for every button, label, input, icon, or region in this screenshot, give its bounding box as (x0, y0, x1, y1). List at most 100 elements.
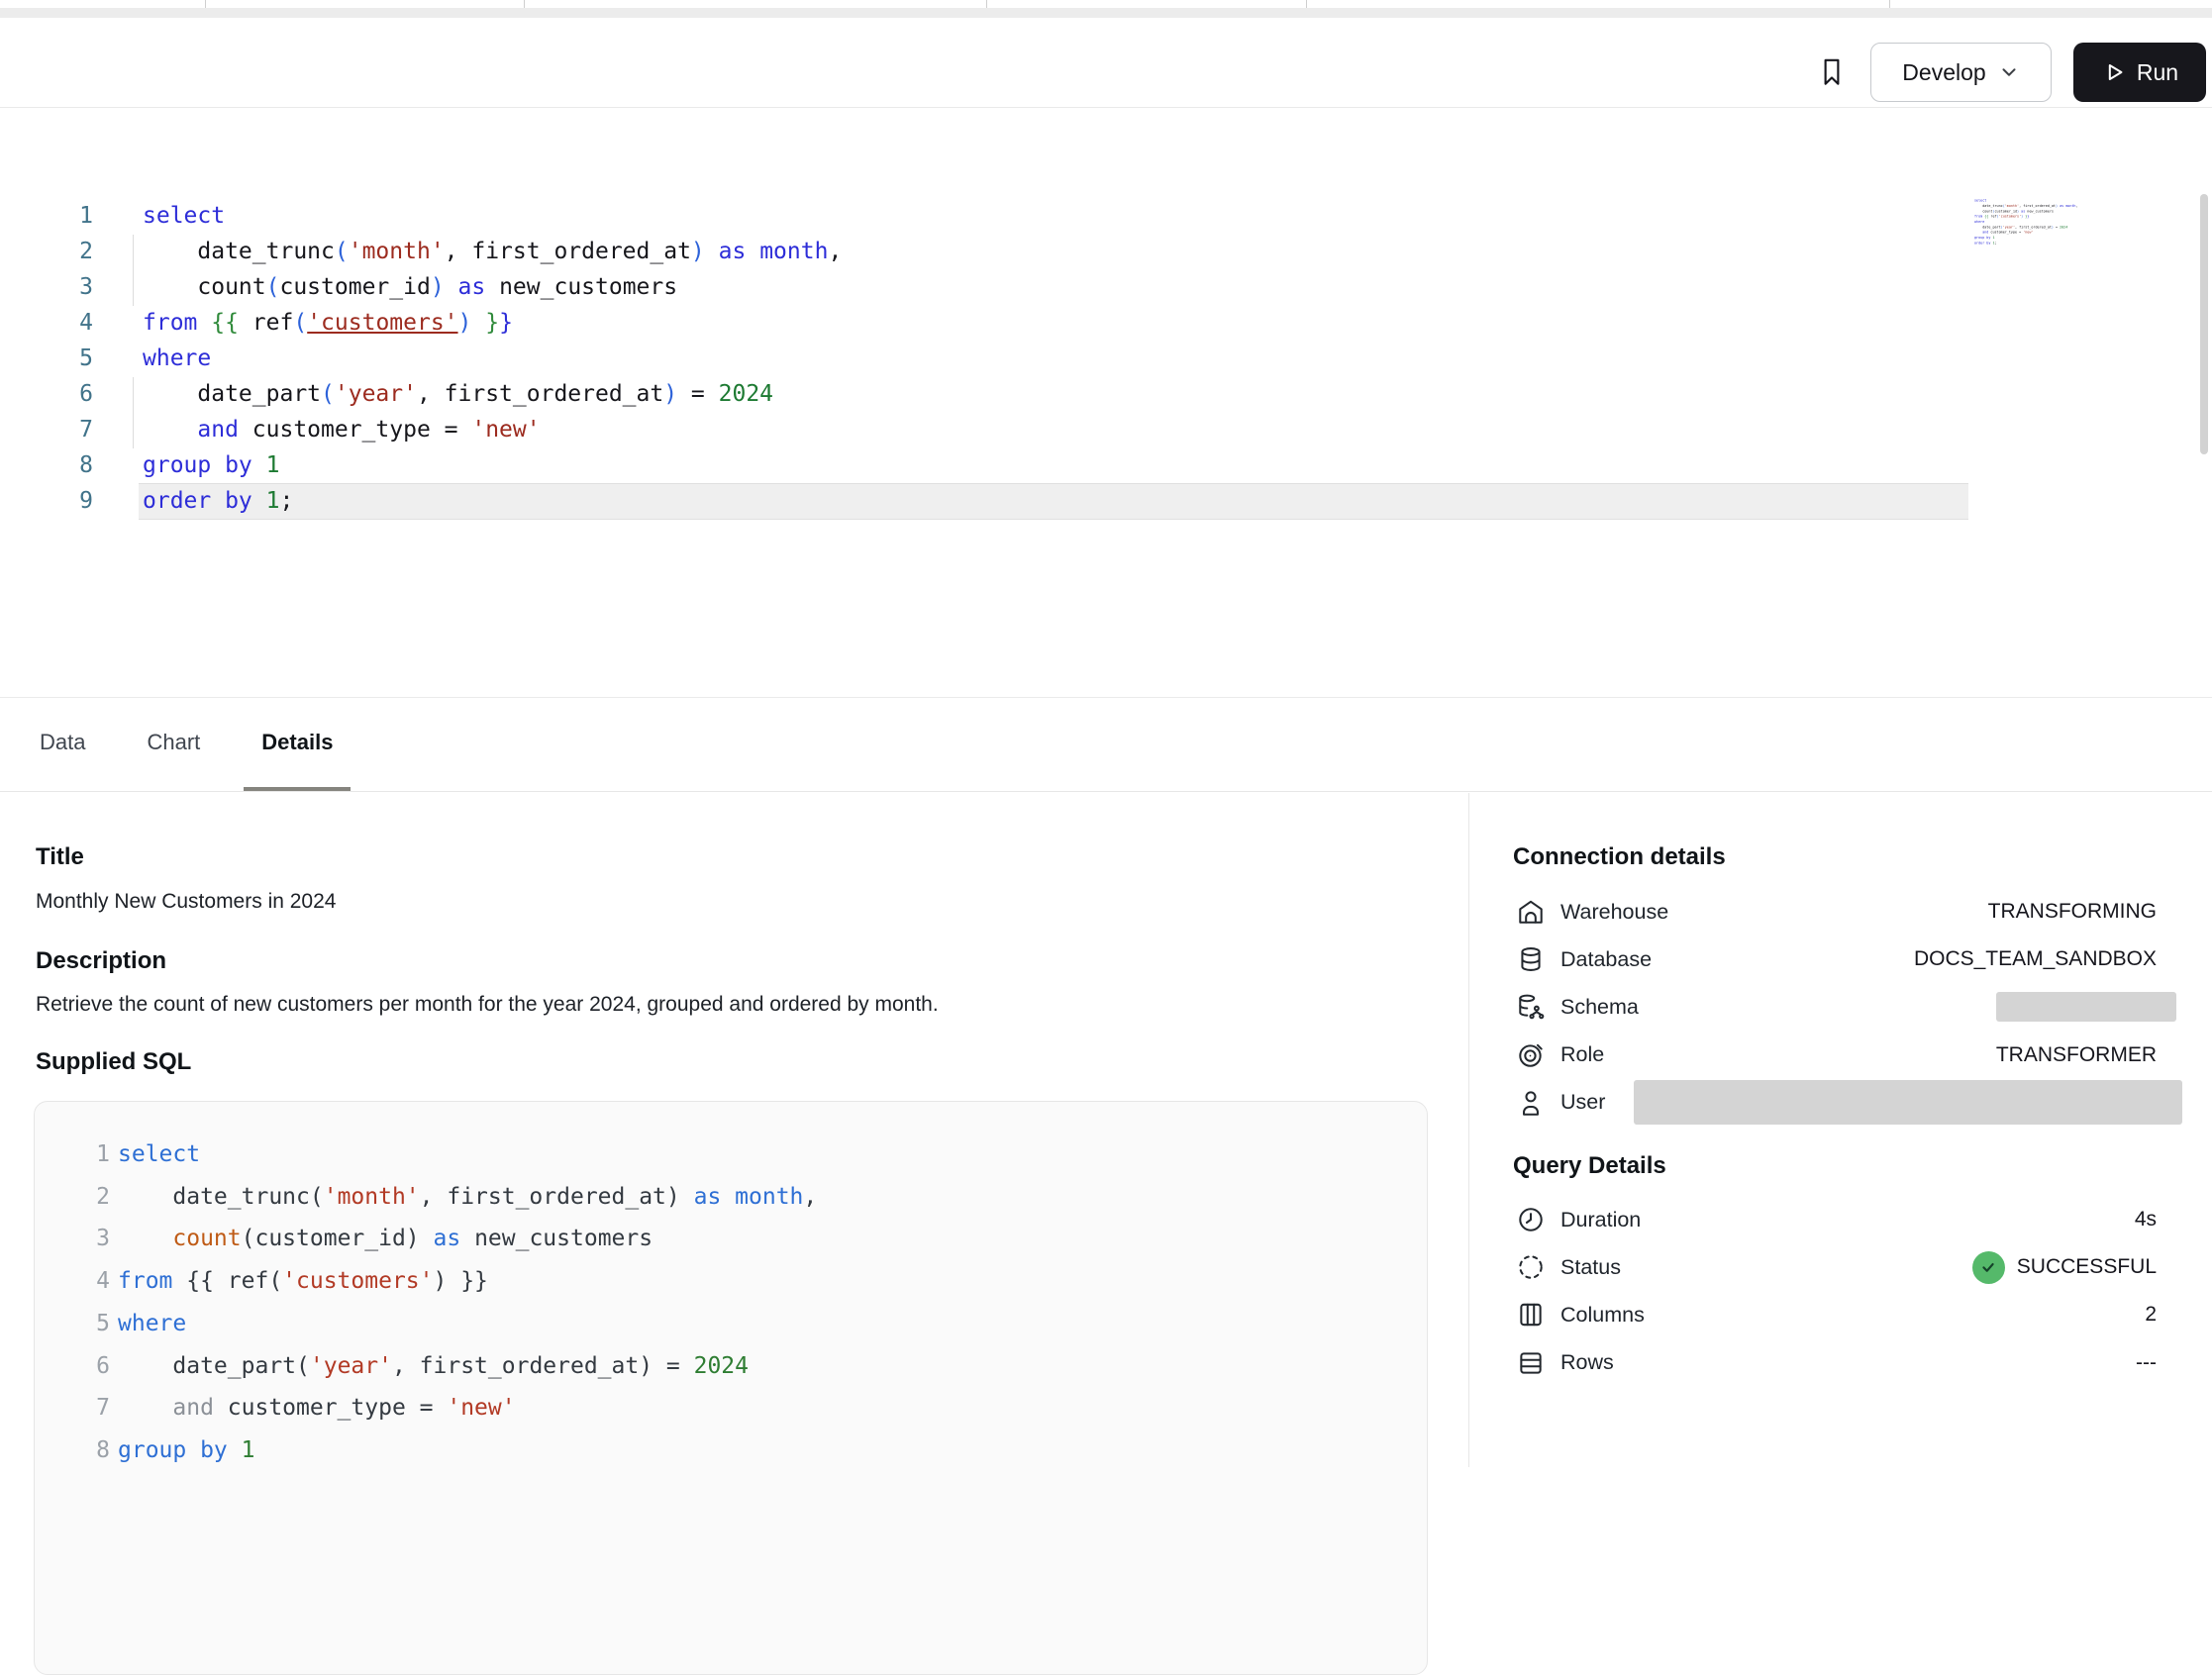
title-heading: Title (36, 843, 84, 871)
line-number: 7 (0, 412, 93, 447)
row-label: Schema (1560, 995, 1639, 1020)
role-icon (1516, 1040, 1546, 1070)
query-details-heading: Query Details (1513, 1152, 1666, 1180)
line-number: 5 (35, 1303, 110, 1345)
row-value: 2 (2145, 1303, 2157, 1327)
code-line: 2 date_trunc('month', first_ordered_at) … (0, 234, 842, 269)
row-duration: Duration4s (1469, 1196, 2212, 1243)
toolbar: Develop Run (0, 18, 2212, 108)
tab-strip-shadow (0, 8, 2212, 18)
rows-icon (1516, 1348, 1546, 1378)
line-number: 2 (35, 1176, 110, 1219)
user-icon (1516, 1088, 1546, 1118)
row-label: Role (1560, 1042, 1604, 1067)
code-line: 5where (35, 1303, 1427, 1345)
query-details-rows: Duration4sStatusSUCCESSFUL Columns 2 Rows --… (1469, 1196, 2212, 1387)
tab-data[interactable]: Data (22, 698, 103, 791)
code-line: 5where (0, 341, 842, 376)
row-value (1634, 1080, 2157, 1125)
window-tab-strip (0, 0, 2212, 8)
run-label: Run (2137, 59, 2178, 86)
line-number: 4 (35, 1260, 110, 1303)
window-tab-divider (524, 0, 525, 8)
code-line: 8group by 1 (0, 447, 842, 483)
tab-details[interactable]: Details (244, 698, 351, 791)
row-value: DOCS_TEAM_SANDBOX (1914, 947, 2157, 971)
play-icon (2101, 59, 2127, 85)
code-line: 7 and customer_type = 'new' (0, 412, 842, 447)
success-check-icon (1972, 1251, 2005, 1284)
supplied-sql-heading: Supplied SQL (36, 1048, 191, 1076)
status-badge-text: SUCCESSFUL (2017, 1255, 2157, 1279)
code-line: 3 count(customer_id) as new_customers (0, 269, 842, 305)
editor-code: 1select2 date_trunc('month', first_order… (0, 198, 842, 519)
code-line: 4from {{ ref('customers') }} (0, 305, 842, 341)
row-value: TRANSFORMER (1996, 1043, 2157, 1067)
line-number: 8 (35, 1429, 110, 1472)
description-value: Retrieve the count of new customers per … (36, 993, 939, 1017)
line-number: 5 (0, 341, 93, 376)
supplied-sql-box: 1select2 date_trunc('month', first_order… (34, 1101, 1428, 1675)
develop-menu-button[interactable]: Develop (1870, 43, 2052, 102)
window-tab-divider (1306, 0, 1307, 8)
row-label: Warehouse (1560, 900, 1668, 925)
line-number: 7 (35, 1387, 110, 1429)
status-icon (1516, 1252, 1546, 1282)
line-number: 8 (0, 447, 93, 483)
code-line: 4from {{ ref('customers') }} (35, 1260, 1427, 1303)
line-number: 1 (0, 198, 93, 234)
tab-chart[interactable]: Chart (129, 698, 218, 791)
row-value: SUCCESSFUL (1972, 1251, 2157, 1284)
code-line: 6 date_part('year', first_ordered_at) = … (0, 376, 842, 412)
code-line: 1select (35, 1133, 1427, 1176)
minimap-content: select date_trunc('month', first_ordered… (1974, 198, 2080, 246)
line-number: 1 (35, 1133, 110, 1176)
editor-scrollbar-thumb[interactable] (2200, 194, 2208, 454)
row-label: Database (1560, 947, 1652, 972)
connection-details-heading: Connection details (1513, 843, 1726, 871)
row-columns: Columns 2 (1469, 1291, 2212, 1338)
row-value: TRANSFORMING (1988, 900, 2157, 924)
clock-icon (1516, 1205, 1546, 1234)
window-tab-divider (205, 0, 206, 8)
row-user: User (1469, 1079, 2212, 1127)
connection-rows: Warehouse TRANSFORMING Database DOCS_TEAM_S… (1469, 888, 2212, 1127)
app-canvas: { "chrome": { "develop_label": "Develop"… (0, 0, 2212, 1467)
redacted-value (1996, 992, 2176, 1022)
row-value (1996, 992, 2157, 1022)
row-role: Role TRANSFORMER (1469, 1032, 2212, 1079)
row-label: Columns (1560, 1303, 1645, 1328)
database-icon (1516, 944, 1546, 974)
code-line: 3 count(customer_id) as new_customers (35, 1218, 1427, 1260)
chevron-down-icon (1998, 61, 2020, 83)
run-button[interactable]: Run (2073, 43, 2206, 102)
row-label: Rows (1560, 1350, 1614, 1375)
develop-label: Develop (1902, 59, 1985, 86)
code-line: 8group by 1 (35, 1429, 1427, 1472)
editor-minimap[interactable]: select date_trunc('month', first_ordered… (1974, 198, 2081, 251)
details-side-panel: Connection details Warehouse TRANSFORMING… (1468, 793, 2212, 1467)
columns-icon (1516, 1300, 1546, 1330)
line-number: 6 (35, 1345, 110, 1388)
row-label: User (1560, 1090, 1605, 1115)
bookmark-button[interactable] (1812, 50, 1852, 94)
warehouse-icon (1516, 897, 1546, 927)
row-rows: Rows --- (1469, 1339, 2212, 1387)
window-tab-divider (1889, 0, 1890, 8)
row-status: StatusSUCCESSFUL (1469, 1243, 2212, 1291)
code-line: 7 and customer_type = 'new' (35, 1387, 1427, 1429)
bookmark-icon (1815, 50, 1849, 94)
line-number: 6 (0, 376, 93, 412)
window-tab-divider (986, 0, 987, 8)
line-number: 2 (0, 234, 93, 269)
schema-icon (1516, 992, 1546, 1022)
sql-editor[interactable]: 1select2 date_trunc('month', first_order… (0, 108, 2212, 697)
result-tabs: Data Chart Details (0, 697, 2212, 792)
row-value: --- (2136, 1351, 2157, 1375)
row-schema: Schema (1469, 983, 2212, 1031)
redacted-value (1634, 1080, 2182, 1125)
code-line: 9order by 1; (0, 483, 842, 519)
row-database: Database DOCS_TEAM_SANDBOX (1469, 936, 2212, 983)
description-heading: Description (36, 947, 166, 975)
code-line: 2 date_trunc('month', first_ordered_at) … (35, 1176, 1427, 1219)
